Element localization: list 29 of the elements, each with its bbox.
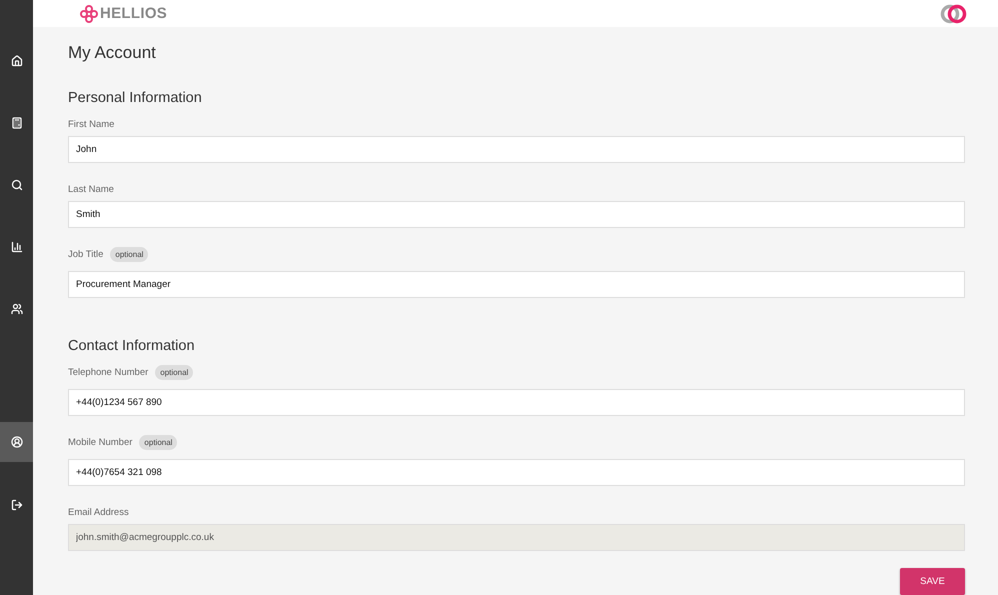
optional-badge: optional xyxy=(110,246,148,262)
field-label: Telephone Number xyxy=(68,366,148,378)
optional-badge: optional xyxy=(139,434,178,450)
users-icon xyxy=(10,303,22,315)
page-title: My Account xyxy=(68,43,157,63)
optional-badge: optional xyxy=(155,364,194,380)
avatar-icon[interactable] xyxy=(940,4,968,24)
input-field[interactable]: +44(0)1234 567 890 xyxy=(68,389,965,416)
user-icon xyxy=(10,436,22,448)
section-title: Personal Information xyxy=(68,89,203,108)
field-label: Email Address xyxy=(68,506,129,518)
field-label: First Name xyxy=(68,118,114,130)
field-label: Mobile Number xyxy=(68,436,132,448)
logo-text: HELLIOS xyxy=(100,5,168,22)
logout-icon xyxy=(10,499,22,511)
field-label: Last Name xyxy=(68,184,114,194)
input-field[interactable]: +44(0)7654 321 098 xyxy=(68,459,965,486)
calculator-icon xyxy=(10,117,22,129)
field-label: Job Title xyxy=(68,248,104,260)
input-field[interactable]: John xyxy=(68,136,965,163)
bar-chart-icon xyxy=(10,241,22,253)
save-button[interactable]: SAVE xyxy=(900,568,965,595)
section-title: Contact Information xyxy=(68,337,196,356)
logo-icon xyxy=(80,4,98,22)
input-field[interactable]: Smith xyxy=(68,201,965,228)
input-field[interactable]: Procurement Manager xyxy=(68,271,965,298)
home-icon xyxy=(10,55,22,67)
sidebar-item[interactable] xyxy=(0,422,33,462)
search-icon xyxy=(10,179,22,191)
